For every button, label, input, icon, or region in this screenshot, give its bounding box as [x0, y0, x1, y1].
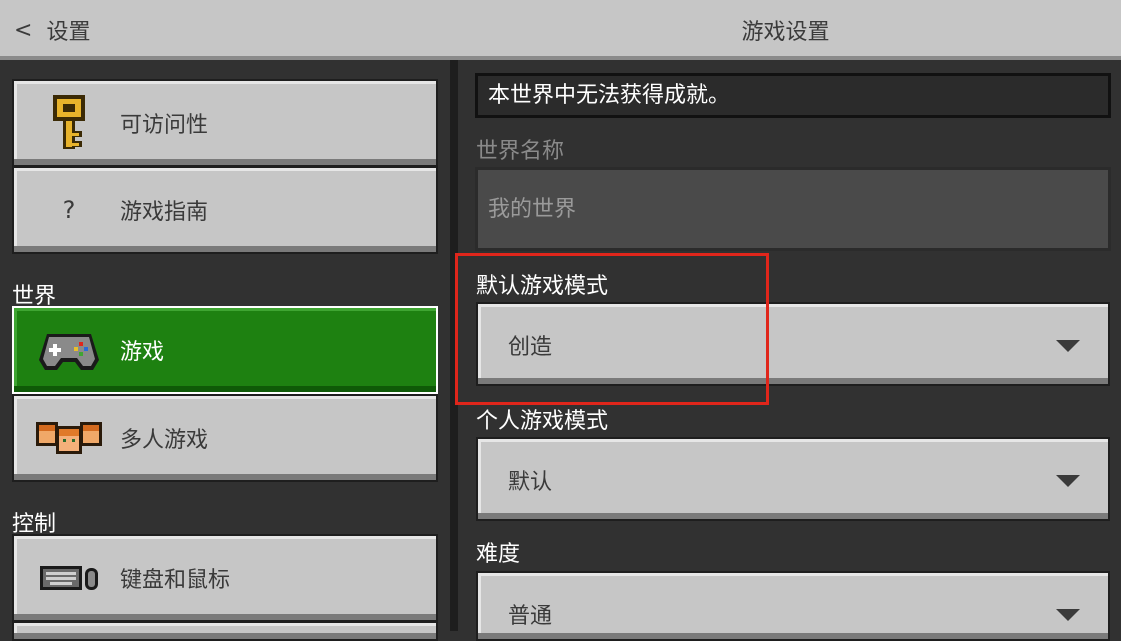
- question-icon: ?: [62, 196, 76, 224]
- sidebar-item-partial[interactable]: [12, 621, 438, 641]
- dropdown-value: 创造: [508, 335, 553, 360]
- caret-down-icon: [1056, 340, 1080, 352]
- personal-game-mode-dropdown[interactable]: 默认: [476, 437, 1110, 521]
- sidebar-item-label: 游戏指南: [120, 200, 209, 225]
- sidebar-item-game[interactable]: 游戏: [12, 306, 438, 394]
- caret-down-icon: [1056, 609, 1080, 621]
- sidebar-item-label: 可访问性: [120, 113, 209, 138]
- key-icon: [34, 95, 104, 151]
- world-name-label: 世界名称: [476, 139, 565, 164]
- sidebar-item-label: 游戏: [120, 340, 165, 365]
- dropdown-value: 默认: [508, 470, 553, 495]
- default-game-mode-label: 默认游戏模式: [476, 274, 609, 299]
- default-game-mode-dropdown[interactable]: 创造: [476, 302, 1110, 386]
- page-title: 游戏设置: [741, 20, 830, 45]
- keyboard-mouse-icon: [34, 564, 104, 592]
- achievements-notice: 本世界中无法获得成就。: [475, 73, 1111, 118]
- sidebar-item-accessibility[interactable]: 可访问性: [12, 79, 438, 167]
- top-bar: < 设置 游戏设置: [0, 0, 1121, 60]
- world-name-field[interactable]: 我的世界: [475, 167, 1111, 251]
- sidebar-item-label: 多人游戏: [120, 428, 209, 453]
- controller-icon: [34, 328, 104, 372]
- sidebar-item-label: 键盘和鼠标: [120, 568, 231, 593]
- dropdown-value: 普通: [508, 604, 553, 629]
- personal-game-mode-label: 个人游戏模式: [476, 409, 609, 434]
- caret-down-icon: [1056, 475, 1080, 487]
- sidebar-item-keyboard-mouse[interactable]: 键盘和鼠标: [12, 534, 438, 622]
- sidebar-item-game-guide[interactable]: ? 游戏指南: [12, 166, 438, 254]
- sidebar-item-multiplayer[interactable]: 多人游戏: [12, 394, 438, 482]
- multiplayer-faces-icon: [34, 420, 104, 456]
- difficulty-label: 难度: [476, 542, 521, 567]
